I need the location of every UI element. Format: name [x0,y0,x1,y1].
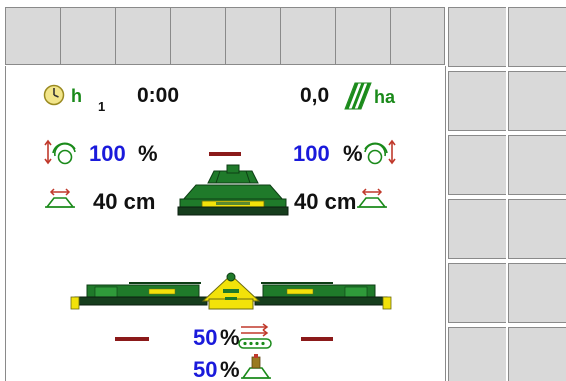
softkey-right-2a[interactable] [448,71,506,131]
right-softkey-bar [448,7,566,381]
pressure-right-value: 100 [293,141,330,166]
conveyor-value: 50 [193,325,218,350]
pressure-right-icon [364,139,396,165]
softkey-top-8[interactable] [390,7,445,65]
width-left-icon [45,188,75,208]
softkey-top-6[interactable] [280,7,335,65]
rear-mower-icon [70,272,392,310]
area-icon [344,82,372,110]
softkey-right-2b[interactable] [508,71,566,131]
softkey-top-5[interactable] [225,7,280,65]
softkey-top-3[interactable] [115,7,170,65]
width-right-icon [357,188,387,208]
front-dash [209,152,241,156]
pressure-left-icon [44,139,76,165]
pressure-left-unit: % [138,141,158,166]
front-mower-icon [177,164,289,216]
pressure-left-value: 100 [89,141,126,166]
softkey-right-4b[interactable] [508,199,566,259]
softkey-right-5a[interactable] [448,263,506,323]
conveyor-icon [238,323,272,349]
softkey-right-6a[interactable] [448,327,506,381]
softkey-right-3a[interactable] [448,135,506,195]
terminal-screen: h 1 0:00 0,0 ha 100 % 100 % 40 cm 40 cm … [0,0,566,381]
clock-icon [43,84,65,106]
softkey-right-6b[interactable] [508,327,566,381]
hours-index: 1 [98,99,106,114]
main-panel: h 1 0:00 0,0 ha 100 % 100 % 40 cm 40 cm … [5,66,446,381]
hours-unit: h [71,86,82,106]
width-right-value: 40 cm [294,189,357,214]
softkey-top-2[interactable] [60,7,115,65]
top-softkey-bar [5,7,445,65]
lift-icon [241,354,271,379]
width-left-value: 40 cm [93,189,156,214]
softkey-top-4[interactable] [170,7,225,65]
softkey-right-1b[interactable] [508,7,566,67]
softkey-right-3b[interactable] [508,135,566,195]
pressure-right-unit: % [343,141,363,166]
rear-dash-right [301,337,333,341]
area-unit: ha [374,87,396,107]
lift-unit: % [220,357,240,381]
softkey-right-4a[interactable] [448,199,506,259]
hours-value: 0:00 [137,84,180,107]
softkey-top-7[interactable] [335,7,390,65]
rear-dash-left [115,337,149,341]
softkey-top-1[interactable] [5,7,60,65]
softkey-right-5b[interactable] [508,263,566,323]
lift-value: 50 [193,357,218,381]
softkey-right-1a[interactable] [448,7,506,67]
area-value: 0,0 [300,84,330,107]
